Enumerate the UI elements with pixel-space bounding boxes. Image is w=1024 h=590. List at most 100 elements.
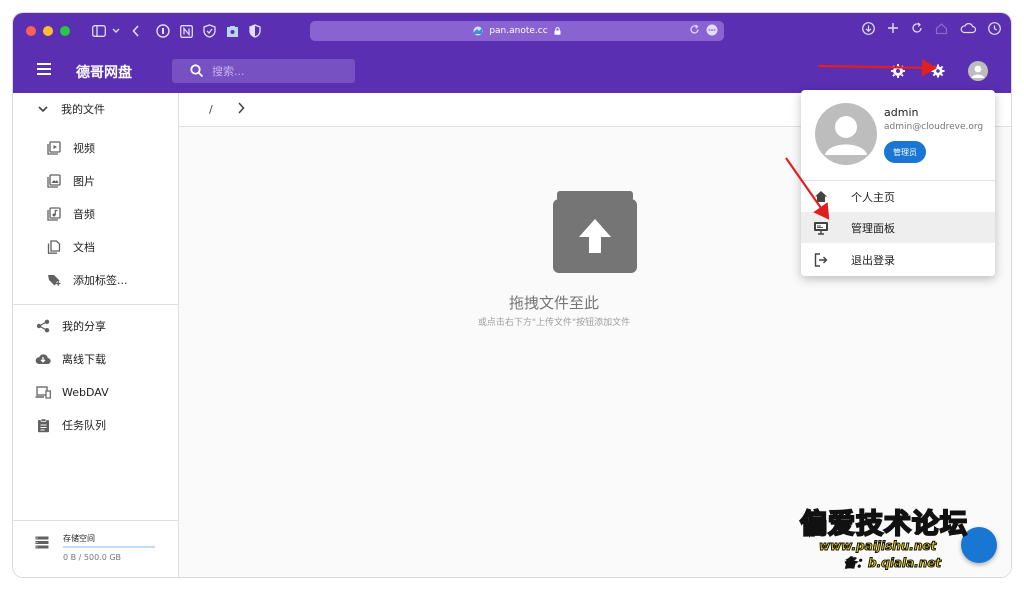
sidebar-item-label: 图片 (73, 175, 95, 188)
menu-item-label: 管理面板 (851, 221, 895, 235)
home-icon (813, 189, 829, 205)
close-window-button[interactable] (26, 26, 36, 36)
search-placeholder: 搜索... (212, 65, 245, 78)
sidebar-divider (13, 304, 178, 305)
sidebar-item-label: 文档 (73, 241, 95, 254)
person-icon (971, 65, 985, 78)
user-name: admin (884, 106, 919, 119)
reload-icon[interactable] (689, 24, 700, 35)
image-icon (46, 173, 62, 189)
sidebar-item-video[interactable]: 视频 (13, 132, 178, 164)
sidebar-item-label: 音频 (73, 208, 95, 221)
extension-icon[interactable] (226, 22, 239, 40)
sidebar-item-webdav[interactable]: WebDAV (13, 376, 178, 408)
chevron-down-icon (35, 101, 51, 117)
add-tag-icon (46, 272, 62, 288)
share-icon (35, 318, 51, 334)
home-browser-icon[interactable] (935, 22, 948, 35)
privacy-shield-icon[interactable] (249, 22, 261, 40)
site-favicon-icon (473, 26, 483, 36)
search-input[interactable]: 搜索... (172, 59, 355, 83)
menu-item-admin-panel[interactable]: 管理面板 (801, 212, 995, 243)
sidebar-item-task-queue[interactable]: 任务队列 (13, 409, 178, 441)
watermark-backup-url: 备：b.qiala.net (843, 556, 942, 571)
chevron-down-icon[interactable] (112, 22, 120, 40)
icloud-icon[interactable] (960, 22, 976, 34)
sidebar-toggle-icon[interactable] (92, 22, 106, 40)
sidebar-item-add-tag[interactable]: 添加标签... (13, 264, 178, 296)
browser-toolbar: pan.anote.cc (13, 13, 1011, 49)
avatar (968, 61, 988, 81)
user-avatar-button[interactable] (965, 58, 991, 84)
app-header: 德哥网盘 搜索... (13, 49, 1011, 93)
watermark-logo: 偏爱技术论坛 www.paijishu.net 备：b.qiala.net (797, 502, 1007, 572)
sidebar-item-my-files[interactable]: 我的文件 (13, 93, 178, 125)
sidebar-item-label: 我的文件 (61, 103, 105, 116)
sidebar-item-audio[interactable]: 音频 (13, 198, 178, 230)
more-options-icon[interactable] (706, 24, 718, 36)
sidebar-item-label: 视频 (73, 142, 95, 155)
address-bar[interactable]: pan.anote.cc (310, 21, 724, 41)
logout-icon (813, 252, 829, 268)
task-progress-button[interactable] (885, 58, 911, 84)
video-icon (46, 140, 62, 156)
notion-icon[interactable] (180, 22, 193, 40)
menu-item-label: 退出登录 (851, 253, 895, 267)
shield-icon[interactable] (203, 22, 216, 40)
user-email: admin@cloudreve.org (884, 122, 984, 132)
role-badge: 管理员 (884, 141, 926, 163)
sidebar-item-label: 任务队列 (62, 419, 106, 432)
user-menu: admin admin@cloudreve.org 管理员 个人主页 管理面板 … (801, 90, 995, 276)
admin-panel-icon (813, 220, 829, 236)
cloud-download-icon (35, 351, 51, 367)
browser-window: pan.anote.cc 德哥网盘 搜索... 我的文件 视频 图片 音频 文档… (13, 13, 1011, 577)
window-controls (26, 26, 70, 36)
storage-value: 0 B / 500.0 GB (63, 553, 122, 562)
back-icon[interactable] (132, 22, 140, 40)
sidebar-item-document[interactable]: 文档 (13, 231, 178, 263)
password-manager-icon[interactable] (156, 22, 170, 40)
lock-icon (554, 27, 561, 35)
sidebar-item-label: 我的分享 (62, 320, 106, 333)
gear-icon (931, 64, 945, 78)
settings-button[interactable] (925, 58, 951, 84)
storage-progress-bar (63, 546, 155, 548)
watermark-url: www.paijishu.net (818, 539, 937, 554)
sync-gear-icon (891, 64, 905, 78)
breadcrumb-root[interactable]: / (209, 103, 213, 116)
empty-title: 拖拽文件至此 (508, 294, 599, 312)
sidebar-item-my-shares[interactable]: 我的分享 (13, 310, 178, 342)
app-title: 德哥网盘 (76, 64, 132, 80)
upload-box-icon (553, 191, 637, 273)
sidebar-item-label: 添加标签... (73, 274, 128, 287)
sidebar-item-label: 离线下载 (62, 353, 106, 366)
audio-icon (46, 206, 62, 222)
sidebar: 我的文件 视频 图片 音频 文档 添加标签... 我的分享 离线下载 WebDA… (13, 93, 179, 577)
document-icon (46, 239, 62, 255)
sidebar-item-image[interactable]: 图片 (13, 165, 178, 197)
maximize-window-button[interactable] (60, 26, 70, 36)
download-icon[interactable] (862, 22, 875, 35)
person-icon (825, 116, 867, 155)
history-icon[interactable] (988, 22, 1001, 35)
avatar (815, 103, 877, 165)
minimize-window-button[interactable] (43, 26, 53, 36)
menu-item-home[interactable]: 个人主页 (801, 181, 995, 212)
search-icon (190, 64, 204, 78)
menu-item-logout[interactable]: 退出登录 (801, 244, 995, 275)
menu-item-label: 个人主页 (851, 190, 895, 204)
sidebar-item-label: WebDAV (62, 385, 109, 399)
storage-icon (35, 536, 49, 549)
menu-icon[interactable] (37, 63, 51, 75)
empty-subtitle: 或点击右下方"上传文件"按钮添加文件 (477, 318, 631, 328)
refresh-icon[interactable] (911, 22, 923, 34)
task-queue-icon (35, 417, 51, 433)
watermark-title: 偏爱技术论坛 (799, 508, 968, 541)
chevron-right-icon[interactable] (237, 101, 245, 115)
storage-label: 存储空间 (63, 534, 95, 543)
url-text: pan.anote.cc (489, 26, 548, 36)
webdav-icon (35, 384, 51, 400)
new-tab-icon[interactable] (887, 22, 899, 34)
sidebar-item-offline-download[interactable]: 离线下载 (13, 343, 178, 375)
storage-panel: 存储空间 0 B / 500.0 GB (13, 520, 178, 577)
